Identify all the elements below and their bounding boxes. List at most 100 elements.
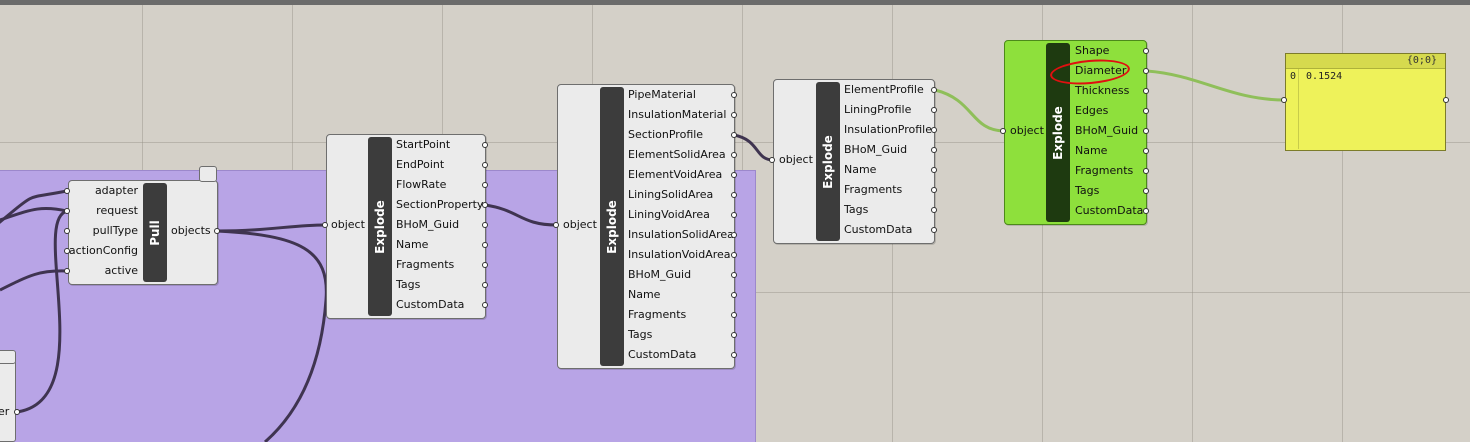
output-port[interactable] <box>931 147 937 153</box>
explode-1-output: SectionProperty <box>396 198 484 211</box>
output-port[interactable] <box>482 182 488 188</box>
output-port[interactable] <box>1143 148 1149 154</box>
input-port[interactable] <box>64 248 70 254</box>
output-port[interactable] <box>482 162 488 168</box>
wire <box>216 229 328 442</box>
output-port[interactable] <box>214 228 220 234</box>
explode-4-output: Thickness <box>1075 84 1130 97</box>
output-port[interactable] <box>482 262 488 268</box>
explode-1-output: BHoM_Guid <box>396 218 460 231</box>
output-port[interactable] <box>731 172 737 178</box>
explode-1-output: EndPoint <box>396 158 445 171</box>
output-port[interactable] <box>482 202 488 208</box>
explode-3-output: Fragments <box>844 183 903 196</box>
panel-path: {0;0} <box>1286 54 1445 69</box>
output-port[interactable] <box>931 227 937 233</box>
output-port[interactable] <box>731 192 737 198</box>
output-port[interactable] <box>931 167 937 173</box>
pull-output-objects: objects <box>171 224 211 237</box>
output-port[interactable] <box>731 252 737 258</box>
explode-3-title-bar: Explode <box>816 82 840 241</box>
output-port[interactable] <box>14 409 20 415</box>
output-port[interactable] <box>731 312 737 318</box>
input-port[interactable] <box>1281 97 1287 103</box>
wires-layer <box>0 69 1286 442</box>
input-port[interactable] <box>64 208 70 214</box>
explode-2-output: InsulationSolidArea <box>628 228 734 241</box>
explode-3-output: CustomData <box>844 223 913 236</box>
explode-2-input-object: object <box>563 218 597 231</box>
wire <box>1146 69 1286 102</box>
input-port[interactable] <box>769 157 775 163</box>
input-port[interactable] <box>553 222 559 228</box>
output-port[interactable] <box>731 232 737 238</box>
explode-4-input-object: object <box>1010 124 1044 137</box>
wire <box>934 88 1005 133</box>
output-port[interactable] <box>731 292 737 298</box>
output-port[interactable] <box>1143 128 1149 134</box>
output-port[interactable] <box>731 332 737 338</box>
explode-4-output: BHoM_Guid <box>1075 124 1139 137</box>
output-port[interactable] <box>1143 48 1149 54</box>
output-port[interactable] <box>731 212 737 218</box>
output-port[interactable] <box>731 152 737 158</box>
output-port[interactable] <box>1143 108 1149 114</box>
explode-2-output: BHoM_Guid <box>628 268 692 281</box>
pull-title: Pull <box>148 219 162 246</box>
input-port[interactable] <box>64 188 70 194</box>
explode-1-title-bar: Explode <box>368 137 392 316</box>
output-port[interactable] <box>731 112 737 118</box>
explode-3-output: ElementProfile <box>844 83 924 96</box>
output-port[interactable] <box>931 107 937 113</box>
input-port[interactable] <box>64 228 70 234</box>
input-port[interactable] <box>64 268 70 274</box>
explode-3-input-object: object <box>779 153 813 166</box>
output-port[interactable] <box>931 207 937 213</box>
explode-2-output: CustomData <box>628 348 697 361</box>
output-port[interactable] <box>931 127 937 133</box>
panel-row: 0 0.1524 <box>1286 69 1445 85</box>
output-port[interactable] <box>482 242 488 248</box>
output-port[interactable] <box>731 352 737 358</box>
output-port[interactable] <box>931 87 937 93</box>
output-port[interactable] <box>482 282 488 288</box>
panel-row-value: 0.1524 <box>1306 71 1343 82</box>
output-port[interactable] <box>482 302 488 308</box>
panel-component[interactable]: {0;0} 0 0.1524 <box>1285 53 1446 151</box>
output-port[interactable] <box>1143 208 1149 214</box>
output-port[interactable] <box>1143 68 1149 74</box>
explode-2-output: Name <box>628 288 661 301</box>
input-port[interactable] <box>322 222 328 228</box>
pull-tab[interactable] <box>199 166 217 182</box>
explode-2-output: ElementVoidArea <box>628 168 723 181</box>
output-port[interactable] <box>731 272 737 278</box>
explode-1-output: Tags <box>396 278 421 291</box>
offscreen-component-tab[interactable] <box>0 350 16 364</box>
explode-2-output: Tags <box>628 328 653 341</box>
grasshopper-canvas[interactable]: er Pull adapter request pullType actionC… <box>0 0 1470 442</box>
pull-title-bar: Pull <box>143 183 167 282</box>
output-port[interactable] <box>731 132 737 138</box>
explode-3-output: InsulationProfile <box>844 123 932 136</box>
explode-1-input-object: object <box>331 218 365 231</box>
explode-4-output: Fragments <box>1075 164 1134 177</box>
input-port[interactable] <box>1000 128 1006 134</box>
output-port[interactable] <box>482 222 488 228</box>
explode-3-output: LiningProfile <box>844 103 912 116</box>
explode-1-output: Name <box>396 238 429 251</box>
output-port[interactable] <box>931 187 937 193</box>
output-port[interactable] <box>731 92 737 98</box>
output-port[interactable] <box>1143 168 1149 174</box>
output-port[interactable] <box>1443 97 1449 103</box>
offscreen-component[interactable] <box>0 360 16 442</box>
explode-4-output: Edges <box>1075 104 1109 117</box>
explode-1-output: CustomData <box>396 298 465 311</box>
explode-2-title-bar: Explode <box>600 87 624 366</box>
explode-4-title: Explode <box>1051 105 1065 160</box>
output-port[interactable] <box>1143 88 1149 94</box>
pull-input-actionconfig: actionConfig <box>68 244 138 257</box>
output-port[interactable] <box>482 142 488 148</box>
output-port[interactable] <box>1143 188 1149 194</box>
explode-2-output: SectionProfile <box>628 128 704 141</box>
wire <box>216 223 327 233</box>
